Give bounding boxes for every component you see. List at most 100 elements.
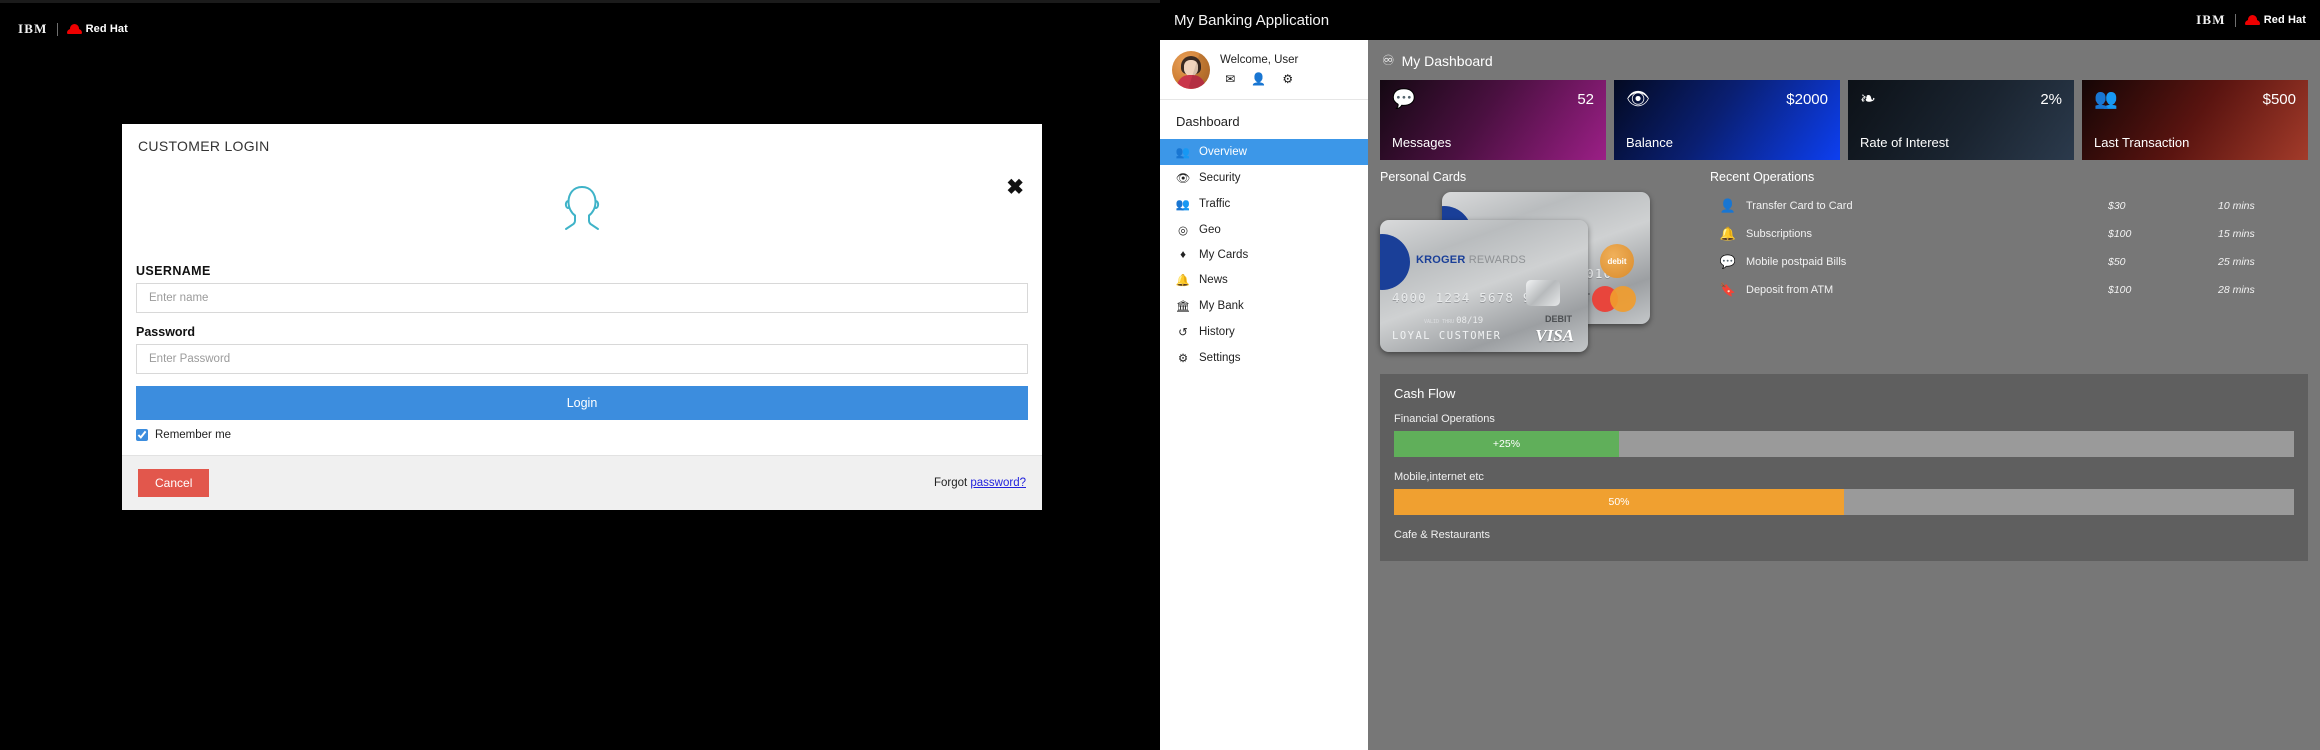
password-input[interactable]	[136, 344, 1028, 374]
user-icon[interactable]: 👤	[1251, 72, 1266, 86]
login-pane: IBM Red Hat CUSTOMER LOGIN ✖ USERNAME En…	[0, 0, 1160, 750]
avatar-illustration	[122, 156, 1042, 264]
sidebar-item-label: News	[1199, 274, 1228, 286]
sidebar: Welcome, User ✉ 👤 ⚙ Dashboard 👥 Overview	[1160, 40, 1368, 750]
stat-label: Last Transaction	[2094, 135, 2190, 150]
stat-card-rate-of-interest[interactable]: ❧ 2% Rate of Interest	[1848, 80, 2074, 160]
operation-time: 10 mins	[2218, 200, 2255, 212]
envelope-icon[interactable]: ✉	[1225, 72, 1235, 86]
redhat-logo: Red Hat	[66, 23, 128, 35]
table-row[interactable]: 🔖 Deposit from ATM $100 28 mins	[1710, 276, 2308, 304]
profile-icons: ✉ 👤 ⚙	[1225, 72, 1293, 86]
bank-card-front[interactable]: KROGER REWARDS 4000 1234 5678 9010 VALID…	[1380, 220, 1588, 352]
operation-time: 15 mins	[2218, 228, 2255, 240]
logo-divider	[56, 22, 58, 36]
ibm-redhat-logo: IBM Red Hat	[18, 21, 128, 37]
stat-card-balance[interactable]: 👁 $2000 Balance	[1614, 80, 1840, 160]
dashboard-content: ♾ My Dashboard 💬 52 Messages 👁 $2000 Bal…	[1368, 40, 2320, 750]
app-title: My Banking Application	[1174, 11, 1330, 29]
table-row[interactable]: 🔔 Subscriptions $100 15 mins	[1710, 220, 2308, 248]
users-icon: 👥	[1175, 199, 1191, 211]
cash-flow-title: Cash Flow	[1394, 386, 1456, 401]
card-holder-name: LOYAL CUSTOMER	[1392, 330, 1502, 342]
sidebar-item-geo[interactable]: ◎ Geo	[1160, 217, 1368, 243]
table-row[interactable]: 👤 Transfer Card to Card $30 10 mins	[1710, 192, 2308, 220]
sidebar-item-history[interactable]: ↺ History	[1160, 319, 1368, 345]
comment-icon: 💬	[1719, 254, 1737, 269]
visa-logo: VISA	[1535, 326, 1574, 345]
card-brand-front: KROGER REWARDS	[1416, 254, 1526, 266]
card-stack: KROGER REWARDS 9 9010 debit DEBIT	[1380, 192, 1700, 360]
logo-divider	[2234, 13, 2236, 27]
page-title: CUSTOMER LOGIN	[138, 138, 270, 154]
bell-icon: 🔔	[1175, 275, 1191, 287]
eye-icon: 👁	[1175, 173, 1191, 185]
dashboard-title: My Dashboard	[1401, 52, 1493, 69]
sidebar-item-my-bank[interactable]: 🏛 My Bank	[1160, 293, 1368, 319]
sidebar-item-label: Security	[1199, 172, 1241, 184]
close-icon[interactable]: ✖	[1006, 177, 1024, 198]
login-button[interactable]: Login	[136, 386, 1028, 420]
recent-operations-list: 👤 Transfer Card to Card $30 10 mins 🔔 Su…	[1710, 192, 2308, 304]
stat-card-messages[interactable]: 💬 52 Messages	[1380, 80, 1606, 160]
operation-amount: $100	[2108, 228, 2132, 240]
users-icon: 👥	[1175, 147, 1191, 159]
bank-icon: 🏛	[1175, 301, 1191, 313]
gear-icon[interactable]: ⚙	[1282, 72, 1293, 86]
sidebar-item-label: History	[1199, 326, 1235, 338]
sidebar-item-overview[interactable]: 👥 Overview	[1160, 139, 1368, 165]
share-icon: ❧	[1860, 89, 1876, 110]
stat-value: 52	[1577, 91, 1594, 108]
recent-operations-section: Recent Operations 👤 Transfer Card to Car…	[1710, 170, 2308, 360]
sidebar-item-settings[interactable]: ⚙ Settings	[1160, 345, 1368, 371]
sidebar-heading: Dashboard	[1176, 114, 1240, 129]
redhat-logo: Red Hat	[2244, 14, 2306, 26]
remember-me-checkbox[interactable]	[136, 429, 148, 441]
sidebar-item-news[interactable]: 🔔 News	[1160, 267, 1368, 293]
operation-name: Mobile postpaid Bills	[1746, 256, 1847, 268]
sidebar-item-label: My Bank	[1199, 300, 1244, 312]
card-debit-label-front: DEBIT	[1545, 314, 1572, 324]
username-input[interactable]	[136, 283, 1028, 313]
operation-name: Deposit from ATM	[1746, 284, 1834, 296]
bell-icon: 🔔	[1719, 226, 1737, 241]
users-icon: 👥	[2094, 89, 2118, 110]
remember-me-row: Remember me	[136, 429, 1028, 455]
stat-label: Messages	[1392, 135, 1452, 150]
sidebar-item-traffic[interactable]: 👥 Traffic	[1160, 191, 1368, 217]
sidebar-item-label: My Cards	[1199, 249, 1249, 261]
redhat-logo-text: Red Hat	[85, 23, 128, 35]
operation-time: 28 mins	[2218, 284, 2255, 296]
sidebar-item-label: Traffic	[1199, 198, 1231, 210]
operation-name: Transfer Card to Card	[1746, 200, 1853, 212]
cancel-button[interactable]: Cancel	[138, 469, 210, 497]
sidebar-item-security[interactable]: 👁 Security	[1160, 165, 1368, 191]
gear-icon: ⚙	[1177, 353, 1189, 365]
avatar	[1172, 51, 1210, 89]
stat-card-last-transaction[interactable]: 👥 $500 Last Transaction	[2082, 80, 2308, 160]
card-chip-icon	[1526, 280, 1560, 306]
progress-track: +25%	[1394, 431, 2294, 457]
user-outline-icon	[564, 186, 600, 230]
remember-me-label: Remember me	[155, 429, 232, 441]
cash-flow-bar-label: Financial Operations	[1394, 413, 1495, 425]
dashboard-title-bar: ♾ My Dashboard	[1368, 40, 2320, 69]
cash-flow-section: Cash Flow Financial Operations +25% Mobi…	[1380, 374, 2308, 561]
customer-login-card: CUSTOMER LOGIN ✖ USERNAME Password Login	[122, 124, 1042, 510]
cash-flow-bar-label: Mobile,internet etc	[1394, 471, 1484, 483]
forgot-password-link[interactable]: password?	[970, 477, 1026, 489]
forgot-password-text: Forgot password?	[934, 477, 1026, 489]
sidebar-item-label: Overview	[1199, 146, 1247, 158]
profile-info: Welcome, User ✉ 👤 ⚙	[1220, 54, 1316, 86]
table-row[interactable]: 💬 Mobile postpaid Bills $50 25 mins	[1710, 248, 2308, 276]
sidebar-item-label: Settings	[1199, 352, 1241, 364]
username-label: USERNAME	[136, 264, 211, 278]
middle-row: Personal Cards KROGER REWARDS 9 9010 deb…	[1368, 160, 2320, 360]
mastercard-icon	[1592, 286, 1636, 312]
stat-label: Balance	[1626, 135, 1673, 150]
header-ibm-redhat-logo: IBM Red Hat	[2196, 12, 2306, 28]
welcome-text: Welcome, User	[1220, 54, 1299, 66]
sidebar-item-my-cards[interactable]: ♦ My Cards	[1160, 243, 1368, 267]
login-card-footer: Cancel Forgot password?	[122, 455, 1042, 510]
stat-label: Rate of Interest	[1860, 135, 1949, 150]
